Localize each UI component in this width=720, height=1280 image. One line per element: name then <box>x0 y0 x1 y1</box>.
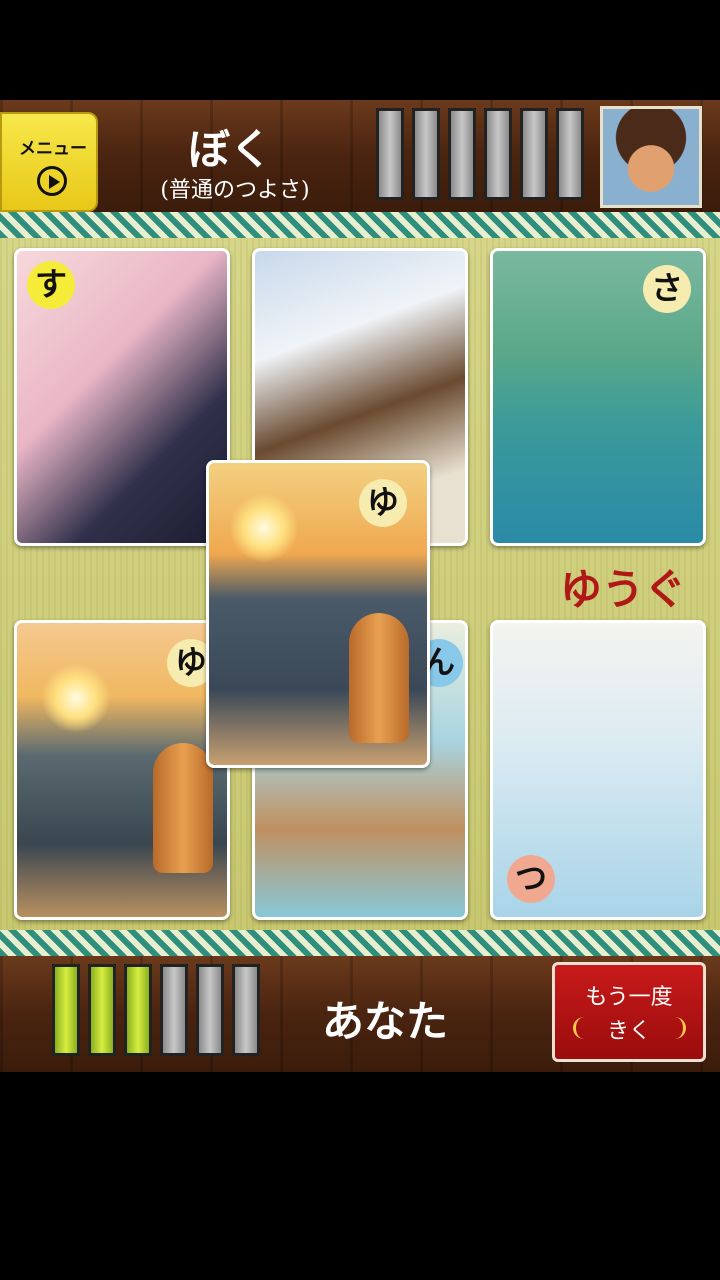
replay-button[interactable]: もう一度 きく <box>552 962 706 1062</box>
opponent-meter-6 <box>556 108 584 200</box>
karuta-card-1[interactable]: す <box>14 248 230 546</box>
menu-button[interactable]: メニュー <box>0 112 98 212</box>
player-meter-3 <box>124 964 152 1056</box>
play-icon <box>37 166 67 196</box>
player-name: あなた <box>321 997 448 1046</box>
flying-card[interactable]: ゆ <box>206 460 430 768</box>
card-letter: ゆ <box>359 479 407 527</box>
opponent-name: ぼく <box>187 125 272 174</box>
card-letter: つ <box>507 855 555 903</box>
player-meter-2 <box>88 964 116 1056</box>
field-border-top <box>0 212 720 238</box>
opponent-meter-3 <box>448 108 476 200</box>
karuta-card-4[interactable]: ゆ <box>14 620 230 920</box>
player-meter-5 <box>196 964 224 1056</box>
opponent-meter-1 <box>376 108 404 200</box>
menu-label: メニュー <box>19 139 87 159</box>
player-meter-6 <box>232 964 260 1056</box>
card-letter: さ <box>643 265 691 313</box>
opponent-strength: (普通のつよさ) <box>160 178 310 203</box>
opponent-meter-4 <box>484 108 512 200</box>
field-border-bottom <box>0 930 720 956</box>
player-meter-4 <box>160 964 188 1056</box>
reading-hint: ゆうぐ <box>560 565 687 614</box>
sun-graphic <box>41 663 111 733</box>
sun-graphic <box>229 493 299 563</box>
opponent-meter-2 <box>412 108 440 200</box>
karuta-card-6[interactable]: つ <box>490 620 706 920</box>
replay-label-line1: もう一度 <box>585 985 673 1010</box>
monkey-graphic <box>349 613 409 743</box>
karuta-card-3[interactable]: さ <box>490 248 706 546</box>
card-letter: す <box>27 261 75 309</box>
opponent-avatar <box>600 106 702 208</box>
monkey-graphic <box>153 743 213 873</box>
opponent-meter-5 <box>520 108 548 200</box>
player-meter-1 <box>52 964 80 1056</box>
